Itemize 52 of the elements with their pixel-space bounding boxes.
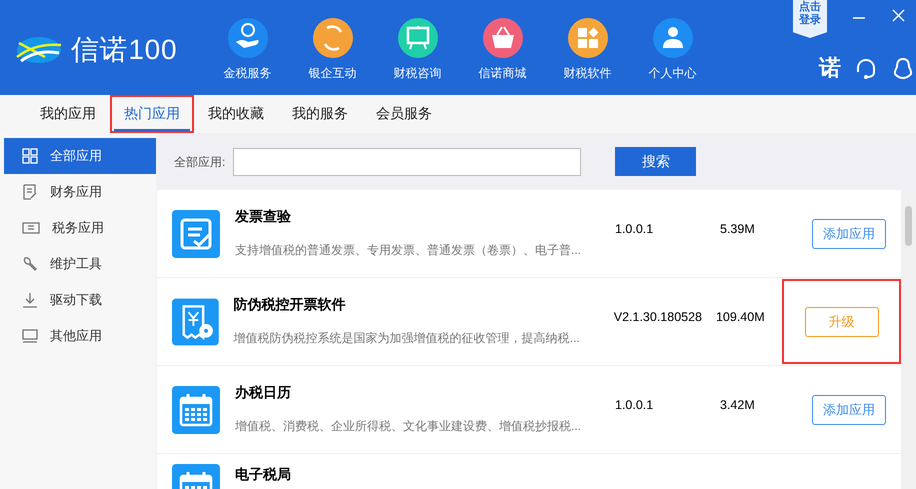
wrench-icon	[22, 256, 38, 272]
scrollbar[interactable]	[901, 190, 916, 489]
search-button[interactable]: 搜索	[615, 147, 696, 176]
nav-item[interactable]: 财税软件	[545, 18, 630, 82]
headset-icon[interactable]	[855, 58, 877, 80]
logo-icon	[15, 35, 63, 65]
nav-item[interactable]: 银企互动	[290, 18, 375, 82]
sidebar-item[interactable]: 驱动下载	[4, 282, 156, 318]
size-text: 109.40M	[716, 309, 766, 326]
receipt-icon	[172, 298, 219, 346]
sidebar-item[interactable]: 维护工具	[4, 246, 156, 282]
nav-item[interactable]: 信诺商城	[460, 18, 545, 82]
calendar-icon	[172, 386, 220, 434]
login-badge[interactable]: 点击登录	[793, 0, 827, 38]
app-description: 增值税、消费税、企业所得税、文化事业建设费、增值税抄报税...	[235, 418, 582, 435]
size-text: 3.42M	[720, 397, 756, 414]
tab[interactable]: 我的服务	[282, 97, 358, 131]
sidebar-item[interactable]: 财务应用	[4, 174, 156, 210]
sidebar-item[interactable]: 其他应用	[4, 318, 156, 354]
tab[interactable]: 我的收藏	[198, 97, 274, 131]
brand-button[interactable]: 诺	[819, 57, 841, 79]
version-text: 1.0.0.1	[615, 221, 654, 238]
app-title: 防伪税控开票软件	[234, 295, 347, 314]
nav-item[interactable]: 财税咨询	[375, 18, 460, 82]
add-app-button[interactable]: 添加应用	[812, 394, 886, 424]
search-field[interactable]	[233, 148, 582, 176]
tab[interactable]: 会员服务	[366, 97, 442, 131]
version-text: V2.1.30.180528	[614, 309, 704, 326]
app-description: 增值税防伪税控系统是国家为加强增值税的征收管理，提高纳税...	[234, 330, 581, 347]
monitor-icon	[22, 328, 38, 344]
app-title: 电子税局	[235, 465, 292, 484]
logo-text: 信诺100	[71, 36, 178, 64]
grid-icon	[22, 148, 38, 164]
app-description: 支持增值税的普通发票、专用发票、普通发票（卷票）、电子普...	[235, 242, 582, 259]
chat-icon[interactable]	[892, 57, 914, 81]
app-title: 发票查验	[235, 207, 292, 226]
sidebar-item[interactable]: 税务应用	[4, 210, 156, 246]
size-text: 5.39M	[720, 221, 756, 238]
tab[interactable]: 热门应用	[114, 97, 190, 131]
tab[interactable]: 我的应用	[30, 97, 106, 131]
note-icon	[22, 184, 38, 200]
invoice-check-icon	[172, 210, 220, 258]
search-label: 全部应用:	[174, 154, 226, 170]
download-icon	[22, 292, 38, 308]
nav-item[interactable]: 金税服务	[205, 18, 290, 82]
nav-item[interactable]: 个人中心	[630, 18, 715, 82]
version-text: 1.0.0.1	[615, 397, 654, 414]
app-title: 办税日历	[235, 383, 292, 402]
close-icon[interactable]	[892, 9, 905, 22]
add-app-button[interactable]: 添加应用	[812, 218, 886, 248]
sidebar-item[interactable]: 全部应用	[4, 138, 156, 174]
ticket-icon	[22, 221, 40, 235]
